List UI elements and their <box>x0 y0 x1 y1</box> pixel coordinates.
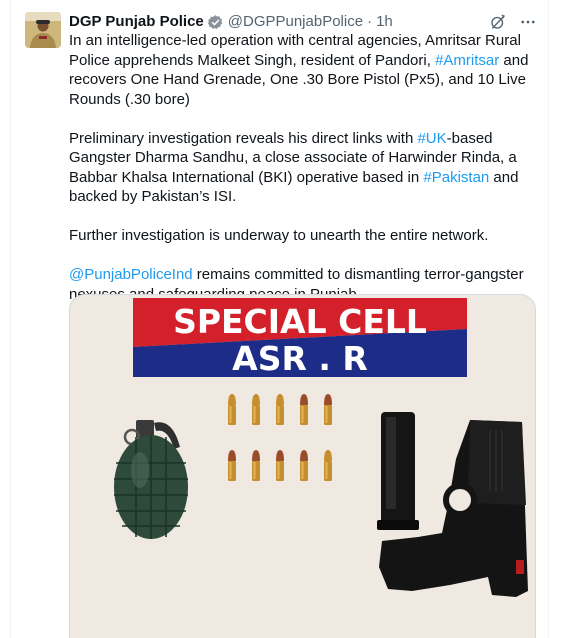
header-separator: · <box>367 13 373 30</box>
tweet-paragraph-1: In an intelligence-led operation with ce… <box>69 31 539 109</box>
tweet-page: DGP Punjab Police @DGPPunjabPolice · 1h <box>0 0 573 638</box>
banner-line-1: SPECIAL CELL <box>173 302 427 341</box>
timeline-divider-left <box>10 0 11 638</box>
live-round <box>228 394 236 425</box>
timeline-divider-right <box>548 0 549 638</box>
mention-link-punjabpoliceind[interactable]: @PunjabPoliceInd <box>69 266 193 283</box>
pistol-magazine <box>377 412 419 530</box>
post-time[interactable]: 1h <box>376 12 393 32</box>
tweet-header: DGP Punjab Police @DGPPunjabPolice · 1h <box>69 12 539 32</box>
live-round <box>276 394 284 425</box>
gold-verified-badge-icon[interactable] <box>207 14 224 31</box>
tweet-paragraph-3: Further investigation is underway to une… <box>69 226 539 246</box>
author-name[interactable]: DGP Punjab Police <box>69 12 204 32</box>
live-round <box>300 394 308 425</box>
live-round <box>228 450 236 481</box>
grok-icon[interactable] <box>488 12 508 32</box>
live-round <box>300 450 308 481</box>
tweet-paragraph-2: Preliminary investigation reveals his di… <box>69 129 539 207</box>
live-round <box>324 450 332 481</box>
grenade <box>114 420 188 539</box>
header-actions <box>488 11 538 33</box>
banner-line-2: ASR . R <box>232 339 368 378</box>
special-cell-banner: SPECIAL CELL ASR . R <box>133 298 467 378</box>
live-round <box>324 394 332 425</box>
avatar[interactable] <box>25 12 61 48</box>
more-icon[interactable] <box>518 12 538 32</box>
text-span: Further investigation is underway to une… <box>69 227 489 244</box>
live-round <box>252 394 260 425</box>
author-handle[interactable]: @DGPPunjabPolice <box>228 12 363 32</box>
text-span: Preliminary investigation reveals his di… <box>69 129 418 147</box>
hashtag-link-pakistan[interactable]: #Pakistan <box>423 169 489 186</box>
hashtag-link-uk[interactable]: #UK <box>417 130 446 147</box>
hashtag-link-amritsar[interactable]: #Amritsar <box>435 52 499 69</box>
live-round <box>252 450 260 481</box>
live-round <box>276 450 284 481</box>
tweet-text: In an intelligence-led operation with ce… <box>69 31 539 324</box>
tweet-media-photo[interactable]: SPECIAL CELL ASR . R <box>69 294 536 638</box>
